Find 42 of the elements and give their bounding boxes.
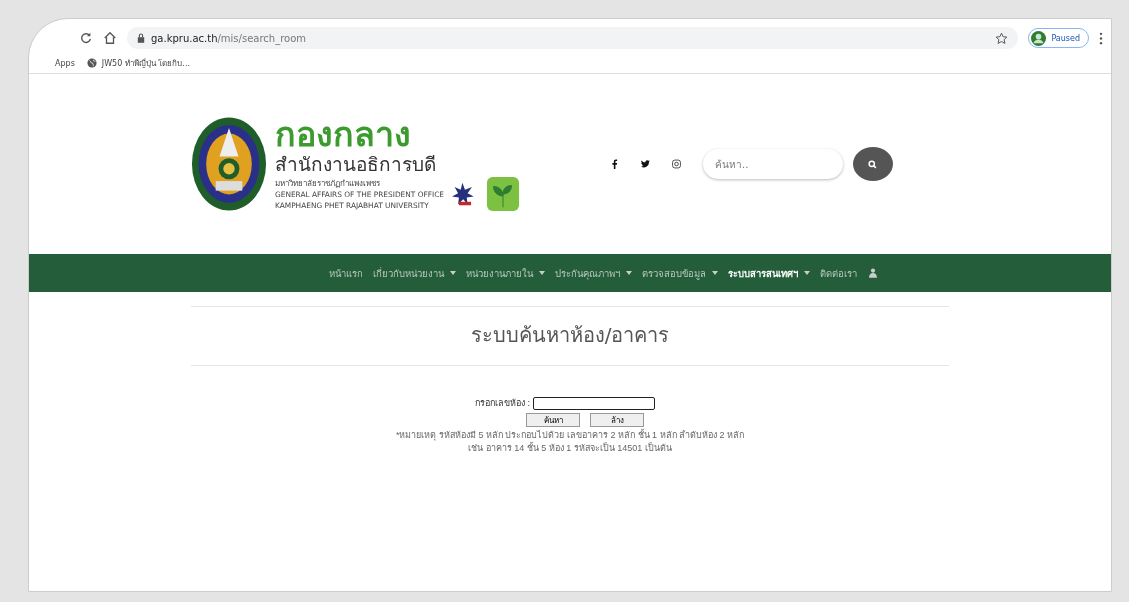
search-icon bbox=[868, 159, 878, 169]
nav-link[interactable]: เกี่ยวกับหน่วยงาน bbox=[373, 265, 444, 281]
site-title: กองกลาง bbox=[275, 115, 412, 153]
apps-link[interactable]: Apps bbox=[55, 58, 75, 68]
nav-link[interactable]: หน่วยงานภายใน bbox=[466, 265, 533, 281]
lock-icon bbox=[137, 33, 145, 43]
globe-icon bbox=[86, 58, 97, 68]
facebook-icon[interactable] bbox=[609, 159, 619, 169]
home-icon[interactable] bbox=[103, 31, 117, 45]
search-button[interactable] bbox=[852, 147, 893, 181]
profile-button[interactable]: Paused bbox=[1028, 28, 1089, 48]
nav-link[interactable]: หน้าแรก bbox=[329, 265, 363, 281]
caret-icon[interactable] bbox=[804, 271, 810, 275]
plant-logo-icon bbox=[485, 175, 520, 213]
search-field[interactable]: ค้นหา.. bbox=[702, 149, 843, 179]
page-title: ระบบค้นหาห้อง/อาคาร bbox=[191, 307, 949, 366]
clear-button[interactable]: ล้าง bbox=[590, 413, 644, 427]
url-text: ga.kpru.ac.th/mis/search_room bbox=[151, 32, 308, 44]
note-text: เช่น อาคาร 14 ชั้น 5 ห้อง 1 รหัสจะเป็น 14501 เป็นต้น bbox=[467, 442, 673, 455]
address-bar[interactable]: ga.kpru.ac.th/mis/search_room bbox=[127, 27, 1019, 49]
twitter-icon[interactable] bbox=[640, 159, 650, 169]
caret-icon[interactable] bbox=[712, 271, 718, 275]
user-icon[interactable] bbox=[869, 268, 877, 278]
search-button[interactable]: ค้นหา bbox=[526, 413, 580, 427]
caret-icon[interactable] bbox=[539, 271, 545, 275]
nav-link[interactable]: ติดต่อเรา bbox=[820, 265, 857, 281]
bookmark-link[interactable]: JW50 ทำพีญี่ปุ่น โดยกิบ... bbox=[86, 56, 190, 70]
site-subtitle: สำนักงานอธิการบดี bbox=[275, 153, 437, 175]
reload-icon[interactable] bbox=[79, 31, 93, 45]
organization-name: มหาวิทยาลัยราชภัฏกำแพงเพชร bbox=[275, 177, 381, 189]
nav-link[interactable]: ประกันคุณภาพฯ bbox=[555, 265, 620, 281]
avatar-icon bbox=[1031, 30, 1047, 46]
instagram-icon[interactable] bbox=[671, 159, 681, 169]
field-label: กรอกเลขห้อง : bbox=[475, 397, 530, 410]
caret-icon[interactable] bbox=[626, 271, 632, 275]
nav-link[interactable]: ตรวจสอบข้อมูล bbox=[642, 265, 706, 281]
note-text: *หมายเหตุ รหัสห้องมี 5 หลัก ประกอบไปด้วย เลขอาคาร 2 หลัก ชั้น 1 หลัก ลำดับห้อง 2 หลัก bbox=[396, 429, 744, 442]
room-number-field[interactable] bbox=[533, 396, 655, 410]
nav-link[interactable]: ระบบสารสนเทศฯ bbox=[728, 265, 798, 281]
menu-icon[interactable] bbox=[1099, 31, 1103, 45]
star-icon[interactable] bbox=[995, 31, 1009, 45]
caret-icon[interactable] bbox=[450, 271, 456, 275]
